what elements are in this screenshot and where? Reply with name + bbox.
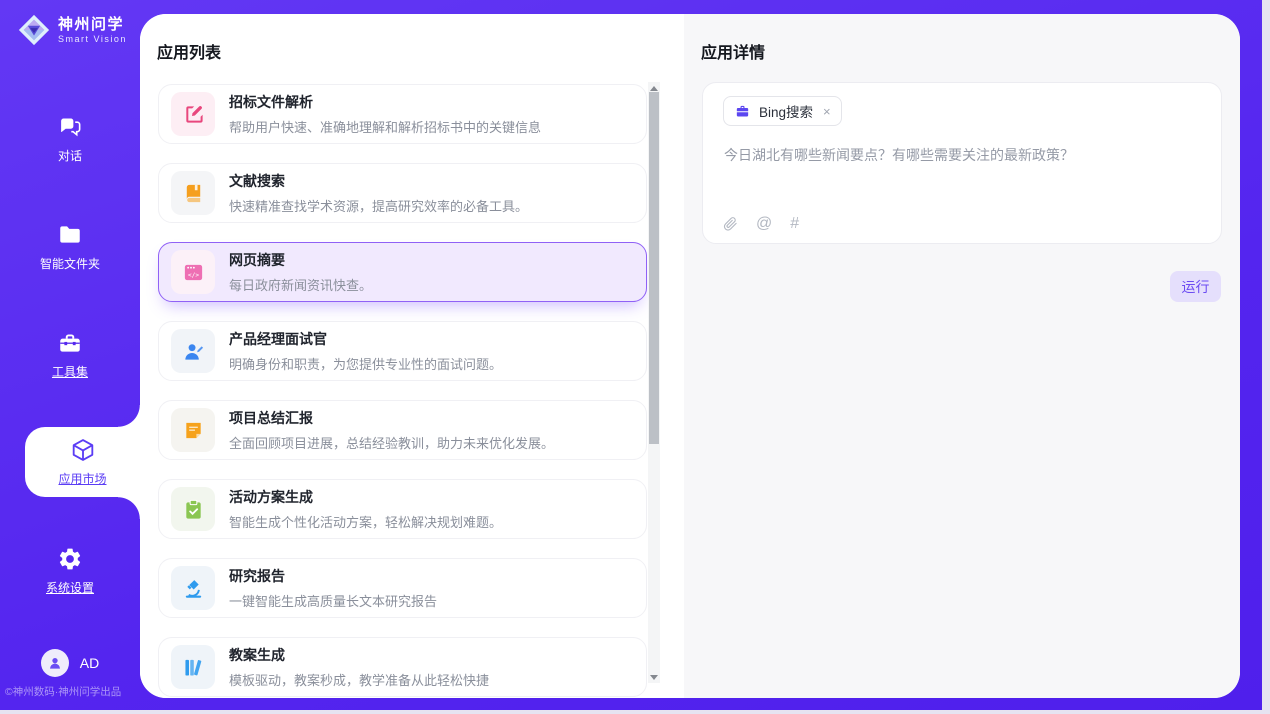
sidebar-item-folders[interactable]: 智能文件夹 xyxy=(0,211,140,283)
app-list-title: 应用列表 xyxy=(157,39,221,63)
toolbox-icon xyxy=(57,330,83,356)
app-card-desc: 每日政府新闻资讯快查。 xyxy=(229,275,372,294)
app-card-icon-box xyxy=(171,92,215,136)
app-detail-pane: 应用详情 Bing搜索 × 今日湖北有哪些新闻要点？有哪些需要关注的最新政策？ … xyxy=(684,14,1240,698)
tool-tag-bing-search[interactable]: Bing搜索 × xyxy=(723,96,842,126)
app-card-desc: 一键智能生成高质量长文本研究报告 xyxy=(229,591,437,610)
tool-tag-label: Bing搜索 xyxy=(759,101,813,121)
sidebar-item-label: 对话 xyxy=(58,147,82,164)
app-card-texts: 招标文件解析帮助用户快速、准确地理解和解析招标书中的关键信息 xyxy=(229,92,541,136)
sidebar: 神州问学 Smart Vision 对话智能文件夹工具集应用市场系统设置 AD … xyxy=(0,0,140,710)
gear-icon xyxy=(57,546,83,572)
app-card-title: 产品经理面试官 xyxy=(229,329,502,349)
app-card[interactable]: 活动方案生成智能生成个性化活动方案，轻松解决规划难题。 xyxy=(158,479,647,539)
app-card[interactable]: 教案生成模板驱动，教案秒成，教学准备从此轻松快捷 xyxy=(158,637,647,697)
interviewer-icon xyxy=(182,340,205,363)
app-card-title: 项目总结汇报 xyxy=(229,408,554,428)
tool-tag-close-icon[interactable]: × xyxy=(821,104,831,119)
chat-icon xyxy=(57,114,83,140)
prompt-toolbar: @ # xyxy=(723,215,799,233)
app-card[interactable]: 文献搜索快速精准查找学术资源，提高研究效率的必备工具。 xyxy=(158,163,647,223)
app-card-title: 活动方案生成 xyxy=(229,487,502,507)
user-name: AD xyxy=(80,655,99,671)
scrollbar-thumb[interactable] xyxy=(649,92,659,444)
app-card-desc: 全面回顾项目进展，总结经验教训，助力未来优化发展。 xyxy=(229,433,554,452)
app-card-texts: 网页摘要每日政府新闻资讯快查。 xyxy=(229,250,372,294)
sidebar-item-chat[interactable]: 对话 xyxy=(0,103,140,175)
app-card-title: 教案生成 xyxy=(229,645,489,665)
prompt-text[interactable]: 今日湖北有哪些新闻要点？有哪些需要关注的最新政策？ xyxy=(724,145,1194,165)
sidebar-footer: ©神州数码·神州问学出品 xyxy=(5,684,139,699)
brand-subtitle: Smart Vision xyxy=(58,34,127,44)
app-card[interactable]: 项目总结汇报全面回顾项目进展，总结经验教训，助力未来优化发展。 xyxy=(158,400,647,460)
sidebar-item-market[interactable]: 应用市场 xyxy=(25,427,140,497)
app-card[interactable]: </> 网页摘要每日政府新闻资讯快查。 xyxy=(158,242,647,302)
scrollbar[interactable] xyxy=(648,82,660,683)
sidebar-item-toolset[interactable]: 工具集 xyxy=(0,319,140,391)
app-card-icon-box: </> xyxy=(171,250,215,294)
app-card-desc: 快速精准查找学术资源，提高研究效率的必备工具。 xyxy=(229,196,528,215)
app-card[interactable]: 研究报告一键智能生成高质量长文本研究报告 xyxy=(158,558,647,618)
sidebar-item-settings[interactable]: 系统设置 xyxy=(0,535,140,607)
app-card-icon-box xyxy=(171,487,215,531)
app-card-desc: 模板驱动，教案秒成，教学准备从此轻松快捷 xyxy=(229,670,489,689)
scroll-down-arrow-icon[interactable] xyxy=(648,671,660,683)
app-card-icon-box xyxy=(171,171,215,215)
user-icon xyxy=(47,655,63,671)
app-card-icon-box xyxy=(171,566,215,610)
app-card-texts: 研究报告一键智能生成高质量长文本研究报告 xyxy=(229,566,437,610)
clipboard-icon xyxy=(182,498,205,521)
mention-icon[interactable]: @ xyxy=(756,215,772,233)
avatar[interactable] xyxy=(41,649,69,677)
app-card-texts: 活动方案生成智能生成个性化活动方案，轻松解决规划难题。 xyxy=(229,487,502,531)
app-card-icon-box xyxy=(171,645,215,689)
briefcase-icon xyxy=(734,103,751,120)
svg-text:</>: </> xyxy=(187,272,198,279)
brand: 神州问学 Smart Vision xyxy=(17,13,127,47)
briefcase-icon xyxy=(734,103,751,120)
app-card-list: 招标文件解析帮助用户快速、准确地理解和解析招标书中的关键信息文献搜索快速精准查找… xyxy=(158,84,647,698)
app-card-texts: 产品经理面试官明确身份和职责，为您提供专业性的面试问题。 xyxy=(229,329,502,373)
attachment-icon[interactable] xyxy=(723,215,738,233)
sidebar-item-label: 应用市场 xyxy=(58,470,106,487)
browser-icon: </> xyxy=(182,261,205,284)
book-icon xyxy=(182,182,205,205)
brand-title: 神州问学 xyxy=(58,16,127,34)
run-button[interactable]: 运行 xyxy=(1170,271,1221,302)
app-card-desc: 帮助用户快速、准确地理解和解析招标书中的关键信息 xyxy=(229,117,541,136)
research-icon xyxy=(182,577,205,600)
app-card-title: 招标文件解析 xyxy=(229,92,541,112)
prompt-card: Bing搜索 × 今日湖北有哪些新闻要点？有哪些需要关注的最新政策？ @ # xyxy=(702,82,1222,244)
folder-icon xyxy=(57,222,83,248)
app-card-icon-box xyxy=(171,408,215,452)
app-card-title: 文献搜索 xyxy=(229,171,528,191)
attachment-icon xyxy=(723,215,738,233)
note-icon xyxy=(182,419,205,442)
app-card-title: 网页摘要 xyxy=(229,250,372,270)
hash-icon[interactable]: # xyxy=(790,215,799,233)
app-card[interactable]: 产品经理面试官明确身份和职责，为您提供专业性的面试问题。 xyxy=(158,321,647,381)
brand-logo-icon xyxy=(17,13,51,47)
app-card-texts: 项目总结汇报全面回顾项目进展，总结经验教训，助力未来优化发展。 xyxy=(229,408,554,452)
cube-icon xyxy=(70,437,96,463)
app-card-desc: 智能生成个性化活动方案，轻松解决规划难题。 xyxy=(229,512,502,531)
sidebar-item-label: 工具集 xyxy=(52,363,88,380)
app-card-desc: 明确身份和职责，为您提供专业性的面试问题。 xyxy=(229,354,502,373)
app-list-pane: 应用列表 招标文件解析帮助用户快速、准确地理解和解析招标书中的关键信息文献搜索快… xyxy=(140,14,684,698)
app-card-icon-box xyxy=(171,329,215,373)
app-card-texts: 教案生成模板驱动，教案秒成，教学准备从此轻松快捷 xyxy=(229,645,489,689)
app-card[interactable]: 招标文件解析帮助用户快速、准确地理解和解析招标书中的关键信息 xyxy=(158,84,647,144)
user-row[interactable]: AD xyxy=(0,648,140,678)
edit-icon xyxy=(182,103,205,126)
sidebar-item-label: 系统设置 xyxy=(46,579,94,596)
main-panel: 应用列表 招标文件解析帮助用户快速、准确地理解和解析招标书中的关键信息文献搜索快… xyxy=(140,14,1240,698)
app-frame: 神州问学 Smart Vision 对话智能文件夹工具集应用市场系统设置 AD … xyxy=(0,0,1270,714)
app-card-title: 研究报告 xyxy=(229,566,437,586)
app-detail-title: 应用详情 xyxy=(701,39,765,63)
brand-text: 神州问学 Smart Vision xyxy=(58,16,127,44)
books-icon xyxy=(182,656,205,679)
app-card-texts: 文献搜索快速精准查找学术资源，提高研究效率的必备工具。 xyxy=(229,171,528,215)
sidebar-item-label: 智能文件夹 xyxy=(40,255,100,272)
